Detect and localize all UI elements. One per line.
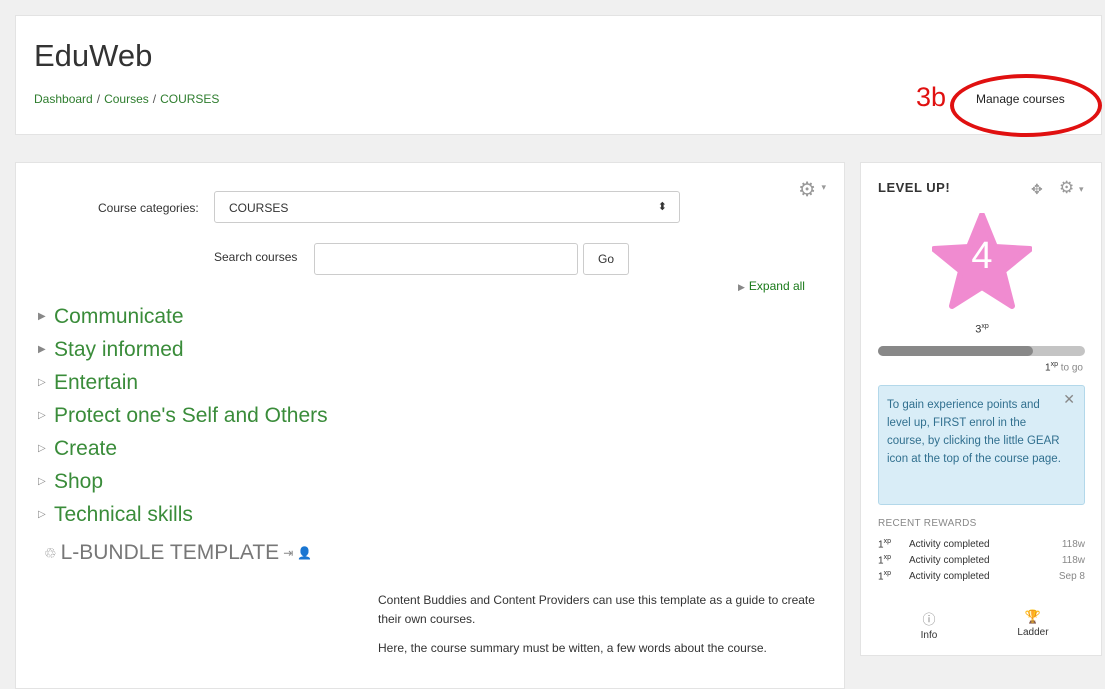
breadcrumb-separator: /	[96, 92, 101, 106]
block-title: LEVEL UP!	[878, 180, 951, 195]
to-go-label: to go	[1060, 362, 1083, 374]
triangle-right-outline-icon: ▷	[38, 476, 46, 487]
reward-row: 1xp Activity completed 118w	[878, 552, 1085, 568]
site-title: EduWeb	[34, 38, 153, 73]
reward-time: Sep 8	[1058, 570, 1085, 582]
category-select-value: COURSES	[229, 201, 289, 215]
enrol-notice: To gain experience points and level up, …	[878, 385, 1085, 505]
triangle-right-outline-icon: ▷	[38, 509, 46, 520]
manage-courses-button[interactable]: Manage courses	[976, 92, 1065, 106]
search-label: Search courses	[214, 250, 298, 264]
category-name[interactable]: Protect one's Self and Others	[54, 404, 328, 428]
category-name[interactable]: Entertain	[54, 371, 138, 395]
reward-points: 1xp	[878, 538, 909, 550]
user-icon[interactable]: 👤	[297, 546, 312, 560]
info-link[interactable]: ⓘ Info	[899, 609, 959, 641]
reward-description: Activity completed	[909, 538, 990, 550]
category-item[interactable]: ▷ Entertain	[38, 366, 328, 399]
level-number: 4	[971, 235, 993, 277]
xp-unit: xp	[883, 553, 891, 561]
ladder-label: Ladder	[1017, 627, 1049, 638]
reward-time: 118w	[1061, 554, 1085, 566]
category-item[interactable]: ▶ Communicate	[38, 300, 328, 333]
xp-to-go: 1xp to go	[878, 361, 1083, 373]
expand-all-link[interactable]: ▶ Expand all	[738, 279, 805, 293]
category-item[interactable]: ▶ Stay informed	[38, 333, 328, 366]
info-label: Info	[920, 630, 938, 641]
annotation-label: 3b	[916, 82, 947, 112]
reward-description: Activity completed	[909, 570, 990, 582]
move-icon[interactable]: ✥	[1031, 181, 1043, 198]
breadcrumb: Dashboard / Courses / COURSES	[34, 92, 219, 106]
recent-rewards-title: RECENT REWARDS	[878, 518, 977, 529]
reward-points: 1xp	[878, 570, 909, 582]
gear-icon[interactable]: ⚙	[1059, 178, 1074, 198]
reward-description: Activity completed	[909, 554, 990, 566]
summary-paragraph: Here, the course summary must be witten,…	[378, 641, 767, 655]
search-input[interactable]	[314, 243, 578, 275]
expand-all-label: Expand all	[748, 279, 805, 293]
breadcrumb-current[interactable]: COURSES	[160, 92, 219, 106]
level-progress-fill	[878, 346, 1034, 356]
category-list: ▶ Communicate ▶ Stay informed ▷ Entertain ▷…	[38, 300, 328, 531]
triangle-right-outline-icon: ▷	[38, 377, 46, 388]
category-item[interactable]: ▷ Protect one's Self and Others	[38, 399, 328, 432]
triangle-right-icon: ▶	[738, 282, 745, 292]
go-button[interactable]: Go	[583, 243, 629, 275]
xp-unit: xp	[883, 537, 891, 545]
reward-row: 1xp Activity completed 118w	[878, 536, 1085, 552]
reward-points: 1xp	[878, 554, 909, 566]
chevron-down-icon[interactable]: ▾	[821, 182, 826, 193]
category-item[interactable]: ▷ Shop	[38, 465, 328, 498]
xp-unit: xp	[1050, 361, 1058, 368]
page-header: EduWeb Dashboard / Courses / COURSES 3b Mana…	[15, 15, 1102, 137]
rewards-list: 1xp Activity completed 118w 1xp Activity…	[878, 536, 1085, 584]
select-arrows-icon: ⬍	[657, 201, 667, 213]
close-icon[interactable]: ✕	[1063, 390, 1075, 408]
triangle-right-outline-icon: ▷	[38, 443, 46, 454]
category-name[interactable]: Technical skills	[54, 503, 193, 527]
ladder-link[interactable]: 🏆 Ladder	[1003, 609, 1063, 638]
category-name[interactable]: Communicate	[54, 305, 184, 329]
login-icon[interactable]: ⇥	[283, 546, 293, 560]
triangle-right-icon: ▶	[38, 311, 46, 322]
breadcrumb-dashboard[interactable]: Dashboard	[34, 92, 93, 106]
course-summary: Content Buddies and Content Providers ca…	[378, 591, 818, 668]
trophy-icon: 🏆	[1024, 609, 1042, 624]
breadcrumb-courses[interactable]: Courses	[104, 92, 149, 106]
xp-unit: xp	[883, 569, 891, 577]
notice-text: To gain experience points and level up, …	[887, 399, 1061, 465]
xp-total: 3xp	[861, 323, 1103, 336]
xp-unit: xp	[981, 323, 989, 330]
course-title: ♲ L-BUNDLE TEMPLATE ⇥ 👤	[44, 541, 312, 565]
course-category-panel: ⚙ ▾ Course categories: COURSES ⬍ Search …	[15, 162, 845, 689]
category-name[interactable]: Shop	[54, 470, 103, 494]
chevron-down-icon[interactable]: ▾	[1079, 184, 1084, 195]
category-select[interactable]: COURSES ⬍	[214, 191, 680, 223]
recycle-icon: ♲	[44, 544, 57, 561]
level-progress-bar	[878, 346, 1085, 356]
reward-time: 118w	[1061, 538, 1085, 550]
level-up-block: LEVEL UP! ✥ ⚙ ▾ 4 3xp 1xp to go To gain …	[860, 162, 1102, 656]
info-icon: ⓘ	[922, 612, 936, 627]
gear-icon[interactable]: ⚙	[798, 177, 816, 202]
category-label: Course categories:	[98, 201, 199, 215]
breadcrumb-separator: /	[152, 92, 157, 106]
reward-row: 1xp Activity completed Sep 8	[878, 568, 1085, 584]
category-item[interactable]: ▷ Technical skills	[38, 498, 328, 531]
category-item[interactable]: ▷ Create	[38, 432, 328, 465]
triangle-right-outline-icon: ▷	[38, 410, 46, 421]
course-title-link[interactable]: L-BUNDLE TEMPLATE	[61, 541, 280, 565]
summary-paragraph: Content Buddies and Content Providers ca…	[378, 593, 815, 626]
category-name[interactable]: Stay informed	[54, 338, 184, 362]
category-name[interactable]: Create	[54, 437, 117, 461]
triangle-right-icon: ▶	[38, 344, 46, 355]
